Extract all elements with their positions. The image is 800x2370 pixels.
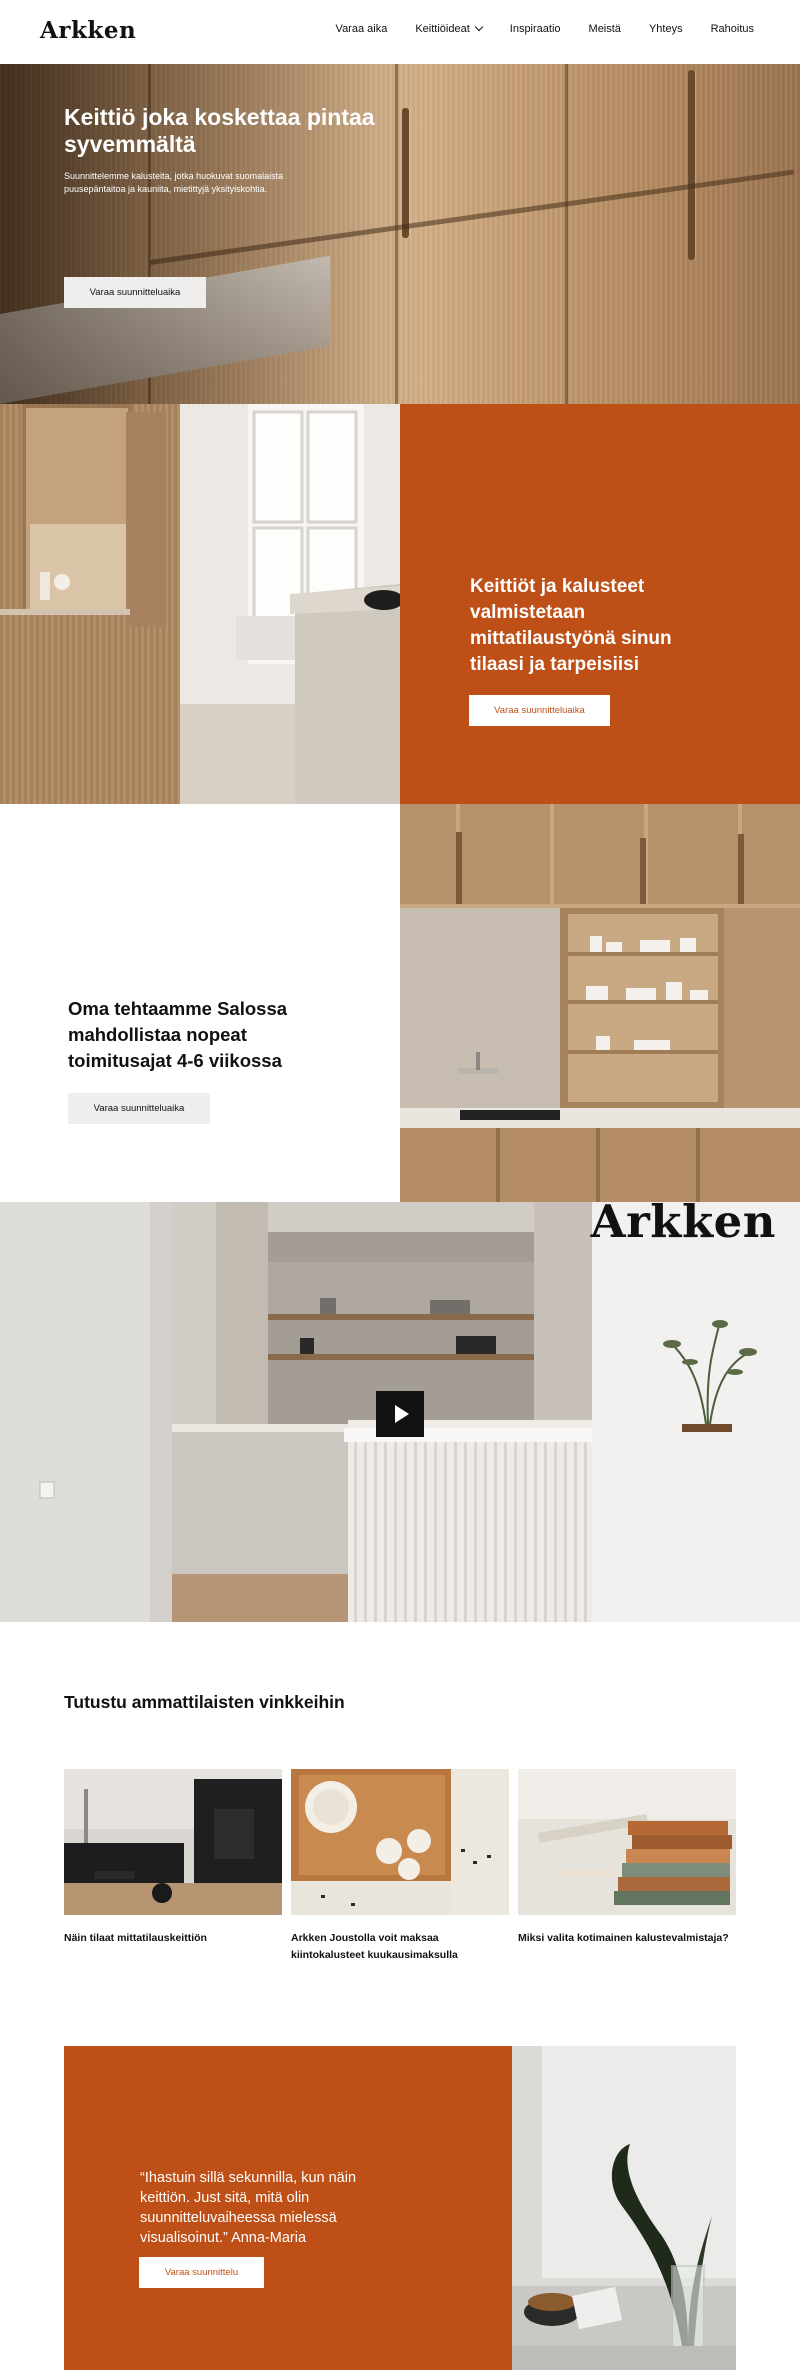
black-kitchen-illustration	[64, 1769, 282, 1915]
kitchen-shelves-illustration	[400, 804, 800, 1202]
cabinet-handle	[688, 70, 695, 260]
plant-vase-image	[512, 2046, 736, 2370]
hero-book-button[interactable]: Varaa suunnitteluaika	[64, 277, 206, 308]
tip-card-image[interactable]	[64, 1769, 282, 1915]
hero-title: Keittiö joka koskettaa pintaa syvemmältä	[64, 104, 375, 157]
wood-samples-illustration	[518, 1769, 736, 1915]
hero-text: Suunnittelemme kalusteita, jotka huokuva…	[64, 171, 284, 194]
tip-card-title[interactable]: Näin tilaat mittatilauskeittiön	[64, 1930, 284, 1947]
video-watermark-logo: Arkken	[590, 1195, 776, 1248]
testimonial-quote: “Ihastuin sillä sekunnilla, kun näin kei…	[140, 2170, 357, 2246]
nav-item-label: Rahoitus	[710, 23, 754, 35]
testimonial-book-button[interactable]: Varaa suunnittelu	[139, 2257, 264, 2288]
tip-card-image[interactable]	[518, 1769, 736, 1915]
tip-card-image[interactable]	[291, 1769, 509, 1915]
section2-book-button[interactable]: Varaa suunnitteluaika	[469, 695, 610, 726]
section2-title: Keittiöt ja kalusteet valmistetaan mitta…	[470, 576, 672, 675]
nav-item-label: Inspiraatio	[509, 23, 561, 35]
tips-section-title: Tutustu ammattilaisten vinkkeihin	[64, 1692, 345, 1712]
drawer-bowls-illustration	[291, 1769, 509, 1915]
site-header: Arkken Varaa aika Keittiöideat Inspiraat…	[0, 0, 800, 64]
nav-item-varaa-aika[interactable]: Varaa aika	[336, 23, 388, 35]
play-button[interactable]	[376, 1391, 424, 1437]
nav-item-label: Meistä	[588, 23, 621, 35]
tip-card-title[interactable]: Miksi valita kotimainen kalustevalmistaj…	[518, 1930, 738, 1947]
kitchen-corridor-illustration	[0, 404, 400, 804]
kitchen-corridor-image	[0, 404, 400, 804]
plant-vase-illustration	[512, 2046, 736, 2370]
nav-item-inspiraatio[interactable]: Inspiraatio	[510, 23, 561, 35]
nav-item-label: Keittiöideat	[415, 23, 470, 35]
brand-logo[interactable]: Arkken	[40, 17, 136, 44]
nav-item-label: Varaa aika	[335, 23, 388, 35]
nav-item-rahoitus[interactable]: Rahoitus	[711, 23, 754, 35]
nav-item-label: Yhteys	[648, 23, 683, 35]
kitchen-shelves-image	[400, 804, 800, 1202]
tip-card-title[interactable]: Arkken Joustolla voit maksaa kiintokalus…	[291, 1930, 511, 1964]
section3-title: Oma tehtaamme Salossa mahdollistaa nopea…	[68, 998, 288, 1071]
play-icon	[395, 1405, 409, 1423]
nav-item-yhteys[interactable]: Yhteys	[649, 23, 683, 35]
nav-item-keittioideat[interactable]: Keittiöideat	[415, 22, 484, 35]
cabinet-seam	[565, 64, 568, 404]
section3-book-button[interactable]: Varaa suunnitteluaika	[68, 1093, 210, 1124]
nav-item-meista[interactable]: Meistä	[589, 23, 621, 35]
chevron-down-icon	[474, 22, 484, 32]
main-nav: Varaa aika Keittiöideat Inspiraatio Meis…	[308, 22, 754, 35]
